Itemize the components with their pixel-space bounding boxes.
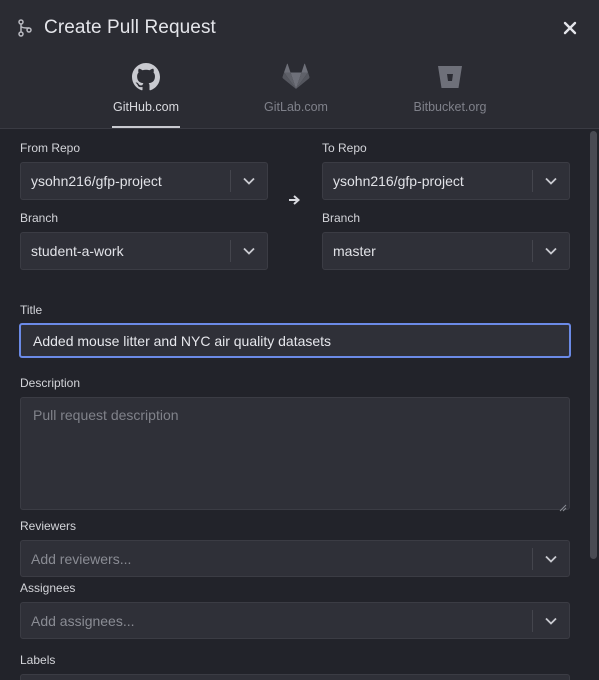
tab-bitbucket[interactable]: Bitbucket.org xyxy=(410,60,490,128)
chevron-down-icon xyxy=(533,177,569,185)
to-repo-label: To Repo xyxy=(322,141,367,155)
description-placeholder: Pull request description xyxy=(33,407,179,423)
assignees-label: Assignees xyxy=(20,581,76,595)
labels-label: Labels xyxy=(20,653,56,667)
from-branch-label: Branch xyxy=(20,211,59,225)
assignees-select[interactable]: Add assignees... xyxy=(20,602,570,639)
tab-bitbucket-label: Bitbucket.org xyxy=(413,100,487,114)
close-icon xyxy=(563,21,577,35)
to-branch-select[interactable]: master xyxy=(322,232,570,270)
to-repo-value: ysohn216/gfp-project xyxy=(333,173,464,189)
title-label: Title xyxy=(20,303,43,317)
to-branch-label: Branch xyxy=(322,211,361,225)
scrollbar[interactable] xyxy=(590,131,597,559)
provider-tabs: GitHub.com GitLab.com Bitbucket.org xyxy=(0,60,599,128)
reviewers-placeholder: Add reviewers... xyxy=(31,550,132,567)
from-branch-value: student-a-work xyxy=(31,243,124,259)
from-branch-select[interactable]: student-a-work xyxy=(20,232,268,270)
tab-gitlab-label: GitLab.com xyxy=(264,100,328,114)
from-repo-select[interactable]: ysohn216/gfp-project xyxy=(20,162,268,200)
git-branch-icon xyxy=(18,18,36,38)
tab-gitlab[interactable]: GitLab.com xyxy=(260,60,332,128)
to-repo-select[interactable]: ysohn216/gfp-project xyxy=(322,162,570,200)
dialog-title: Create Pull Request xyxy=(44,17,216,38)
chevron-down-icon xyxy=(533,617,569,625)
tab-github-label: GitHub.com xyxy=(113,100,179,114)
bitbucket-icon xyxy=(436,60,464,94)
assignees-placeholder: Add assignees... xyxy=(31,612,135,629)
chevron-down-icon xyxy=(231,247,267,255)
chevron-down-icon xyxy=(533,247,569,255)
resize-handle-icon[interactable] xyxy=(559,499,567,512)
title-input-value: Added mouse litter and NYC air quality d… xyxy=(33,333,332,349)
reviewers-label: Reviewers xyxy=(20,519,77,533)
labels-select[interactable] xyxy=(20,674,570,680)
description-label: Description xyxy=(20,376,81,390)
from-repo-value: ysohn216/gfp-project xyxy=(31,173,162,189)
gitlab-icon xyxy=(281,60,311,94)
to-branch-value: master xyxy=(333,243,376,259)
reviewers-select[interactable]: Add reviewers... xyxy=(20,540,570,577)
chevron-down-icon xyxy=(533,555,569,563)
description-textarea[interactable]: Pull request description xyxy=(20,397,570,512)
tab-github[interactable]: GitHub.com xyxy=(112,60,180,128)
chevron-down-icon xyxy=(231,177,267,185)
github-icon xyxy=(132,60,160,94)
from-repo-label: From Repo xyxy=(20,141,81,155)
close-button[interactable] xyxy=(560,18,580,38)
dialog-title-row: Create Pull Request xyxy=(18,14,216,42)
arrow-right-icon xyxy=(288,193,302,207)
title-input[interactable]: Added mouse litter and NYC air quality d… xyxy=(19,323,571,358)
dialog-header: Create Pull Request GitHub.com GitLab.co… xyxy=(0,0,599,128)
form-content: From Repo ysohn216/gfp-project To Repo y… xyxy=(0,128,599,680)
